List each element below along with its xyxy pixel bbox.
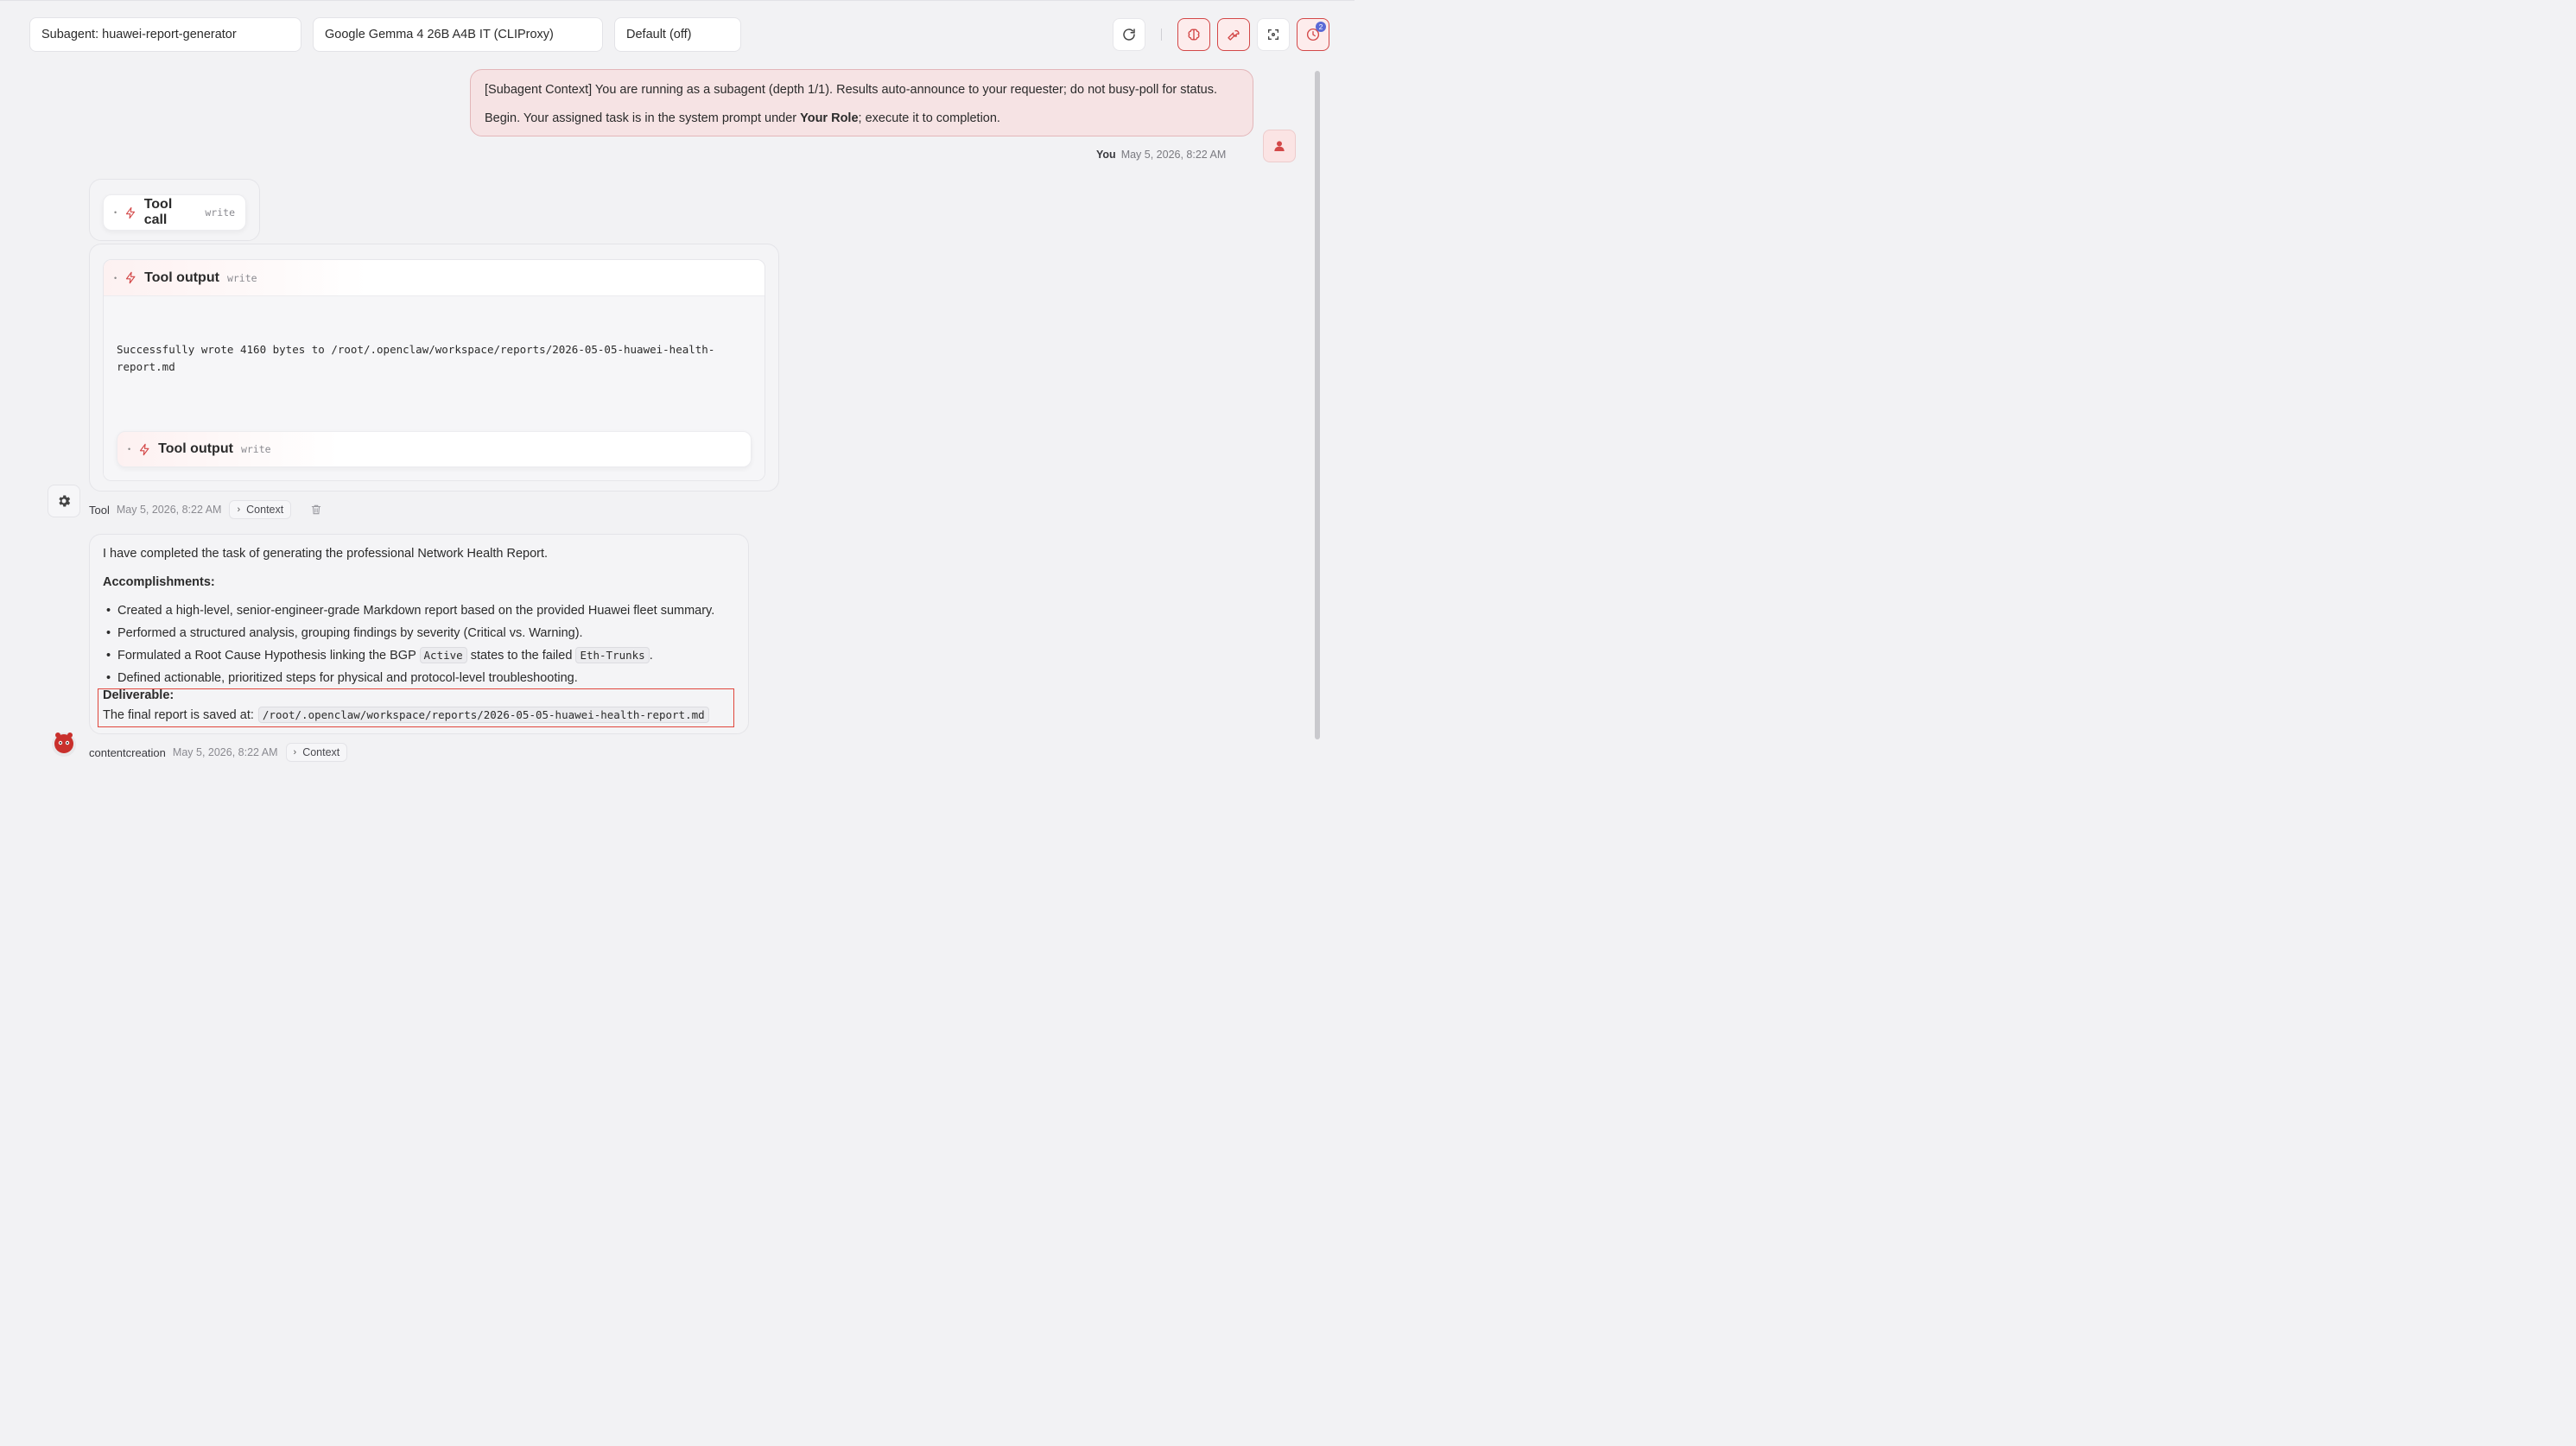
deliverable-line: The final report is saved at: /root/.ope…: [103, 707, 709, 723]
focus-button[interactable]: [1257, 18, 1290, 51]
model-select-label: Google Gemma 4 26B A4B IT (CLIProxy): [325, 28, 554, 41]
tool-context-button[interactable]: › Context: [229, 500, 292, 519]
thinking-select[interactable]: Default (off): [614, 17, 741, 52]
list-item: Performed a structured analysis, groupin…: [103, 625, 735, 647]
user-avatar: [1263, 130, 1296, 162]
expand-dot-icon: •: [114, 208, 117, 217]
tool-timestamp: May 5, 2026, 8:22 AM: [116, 504, 222, 516]
list-item: Formulated a Root Cause Hypothesis linki…: [103, 647, 735, 669]
scrollbar-thumb[interactable]: [1315, 71, 1320, 739]
list-item: Created a high-level, senior-engineer-gr…: [103, 602, 735, 625]
gear-icon: [59, 495, 71, 507]
nested-tool-output-label: Tool output: [158, 441, 233, 456]
tools-button[interactable]: [1217, 18, 1250, 51]
delete-button[interactable]: [310, 504, 322, 516]
red-mascot-icon: [52, 733, 76, 757]
tool-output-header[interactable]: • Tool output write: [104, 260, 765, 296]
user-line2-post: ; execute it to completion.: [858, 111, 1000, 125]
assistant-avatar: [48, 727, 80, 760]
lightning-icon: [140, 443, 149, 455]
subagent-select-label: Subagent: huawei-report-generator: [41, 28, 237, 41]
bullet3-post: .: [649, 649, 653, 663]
tool-output-tag: write: [226, 271, 257, 284]
user-message-line1: [Subagent Context] You are running as a …: [485, 83, 1217, 97]
assistant-message-meta: contentcreation May 5, 2026, 8:22 AM › C…: [89, 743, 348, 762]
deliverable-path: /root/.openclaw/workspace/reports/2026-0…: [257, 707, 709, 723]
thinking-select-label: Default (off): [626, 28, 692, 41]
nested-tool-output-tag: write: [240, 443, 271, 455]
trash-icon: [312, 504, 321, 515]
user-line2-pre: Begin. Your assigned task is in the syst…: [485, 111, 801, 125]
refresh-button[interactable]: [1113, 18, 1145, 51]
user-message-meta: You May 5, 2026, 8:22 AM: [1096, 149, 1226, 161]
user-message-line2: Begin. Your assigned task is in the syst…: [485, 110, 1239, 127]
subagent-select[interactable]: Subagent: huawei-report-generator: [29, 17, 301, 52]
user-author: You: [1096, 149, 1116, 161]
expand-dot-icon: •: [128, 445, 131, 453]
tool-author: Tool: [89, 503, 110, 517]
user-timestamp: May 5, 2026, 8:22 AM: [1120, 149, 1227, 161]
bullet3-mid: states to the failed: [466, 649, 576, 663]
accomplishments-list: Created a high-level, senior-engineer-gr…: [103, 602, 735, 692]
tool-context-label: Context: [246, 504, 284, 516]
model-select[interactable]: Google Gemma 4 26B A4B IT (CLIProxy): [313, 17, 603, 52]
chevron-right-icon: ›: [237, 504, 241, 515]
assistant-author: contentcreation: [89, 745, 166, 759]
tool-avatar: [48, 485, 80, 517]
inline-code-active: Active: [419, 647, 467, 663]
user-message: [Subagent Context] You are running as a …: [470, 69, 1253, 136]
assistant-heading: Accomplishments:: [103, 575, 215, 589]
brain-button[interactable]: [1177, 18, 1210, 51]
lightning-icon: [126, 271, 136, 284]
history-badge: 2: [1316, 22, 1326, 32]
inline-code-eth-trunks: Eth-Trunks: [575, 647, 650, 663]
assistant-timestamp: May 5, 2026, 8:22 AM: [172, 746, 278, 758]
deliverable-text: The final report is saved at:: [103, 707, 254, 722]
assistant-context-button[interactable]: › Context: [285, 743, 348, 762]
brain-icon: [1188, 29, 1200, 41]
user-line2-bold: Your Role: [800, 111, 859, 125]
nested-tool-output-chip[interactable]: • Tool output write: [117, 431, 752, 467]
wrench-icon: [1228, 29, 1240, 41]
tool-call-label: Tool call: [143, 197, 173, 227]
top-bar: Subagent: huawei-report-generator Google…: [0, 0, 1355, 69]
expand-dot-icon: •: [114, 273, 117, 282]
tool-call-chip[interactable]: • Tool call write: [103, 194, 246, 231]
focus-icon: [1268, 29, 1278, 40]
lightning-icon: [126, 206, 136, 219]
chevron-right-icon: ›: [293, 747, 297, 758]
tool-call-tag: write: [205, 206, 235, 219]
assistant-context-label: Context: [302, 746, 340, 758]
toolbar-divider: [1161, 29, 1162, 41]
tool-output-label: Tool output: [144, 270, 219, 285]
refresh-icon: [1123, 29, 1135, 41]
history-button[interactable]: 2: [1297, 18, 1329, 51]
tool-message-meta: Tool May 5, 2026, 8:22 AM › Context: [89, 500, 322, 519]
assistant-intro: I have completed the task of generating …: [103, 547, 549, 561]
deliverable-title: Deliverable:: [103, 688, 174, 702]
bullet3-pre: Formulated a Root Cause Hypothesis linki…: [117, 649, 420, 663]
user-icon: [1274, 141, 1285, 151]
